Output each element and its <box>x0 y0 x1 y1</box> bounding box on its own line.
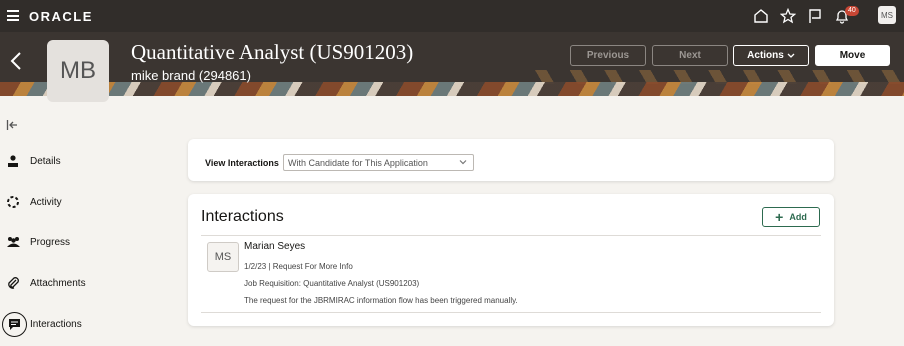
home-icon[interactable] <box>753 8 769 24</box>
nav-details[interactable]: Details <box>0 146 170 176</box>
nav-attachments[interactable]: Attachments <box>0 268 170 298</box>
back-arrow-icon[interactable] <box>8 51 24 71</box>
move-button[interactable]: Move <box>815 45 890 66</box>
people-icon <box>5 234 21 250</box>
nav-progress-label: Progress <box>30 236 71 248</box>
notification-badge: 40 <box>845 6 859 16</box>
add-label: Add <box>789 212 807 222</box>
paperclip-icon <box>5 275 21 291</box>
person-icon <box>5 153 21 169</box>
nav-activity-label: Activity <box>30 196 62 208</box>
nav-interactions[interactable]: Interactions <box>0 309 170 339</box>
view-interactions-value: With Candidate for This Application <box>288 157 428 168</box>
menu-icon[interactable] <box>7 10 19 21</box>
nav-activity[interactable]: Activity <box>0 187 170 217</box>
chat-icon <box>2 311 27 337</box>
interaction-requisition: Job Requisition: Quantitative Analyst (U… <box>244 279 420 288</box>
chevron-down-icon <box>787 53 795 58</box>
page-title: Quantitative Analyst (US901203) <box>131 40 414 64</box>
oracle-logo[interactable]: ORACLE <box>29 9 93 24</box>
next-button[interactable]: Next <box>652 45 728 66</box>
nav-interactions-label: Interactions <box>30 318 82 330</box>
interaction-avatar: MS <box>207 242 239 272</box>
candidate-name: mike brand (294861) <box>131 68 251 83</box>
activity-icon <box>5 194 21 210</box>
actions-label: Actions <box>747 50 784 61</box>
interactions-heading: Interactions <box>201 208 284 225</box>
divider <box>201 312 821 313</box>
nav-details-label: Details <box>30 155 61 167</box>
nav-attachments-label: Attachments <box>30 277 86 289</box>
global-header: ORACLE 40 MS <box>0 0 904 32</box>
hero-decoration-stripe <box>0 82 904 96</box>
flag-icon[interactable] <box>807 8 823 24</box>
interaction-date-type: 1/2/23 | Request For More Info <box>244 262 353 271</box>
previous-button[interactable]: Previous <box>570 45 646 66</box>
add-interaction-button[interactable]: + Add <box>762 207 820 227</box>
nav-progress[interactable]: Progress <box>0 227 170 257</box>
actions-button[interactable]: Actions <box>733 45 809 66</box>
chevron-down-icon <box>459 160 467 165</box>
star-icon[interactable] <box>780 8 796 24</box>
interactions-card: Interactions + Add MS Marian Seyes 1/2/2… <box>188 194 834 326</box>
view-interactions-card: View Interactions With Candidate for Thi… <box>188 139 834 181</box>
collapse-panel-icon[interactable] <box>6 119 18 131</box>
interaction-author[interactable]: Marian Seyes <box>244 241 305 252</box>
view-interactions-label: View Interactions <box>205 158 279 168</box>
candidate-avatar: MB <box>47 40 109 102</box>
view-interactions-select[interactable]: With Candidate for This Application <box>283 154 474 171</box>
user-avatar[interactable]: MS <box>878 6 896 24</box>
interaction-message: The request for the JBRMIRAC information… <box>244 296 518 305</box>
divider <box>201 235 821 236</box>
plus-icon: + <box>775 209 784 225</box>
